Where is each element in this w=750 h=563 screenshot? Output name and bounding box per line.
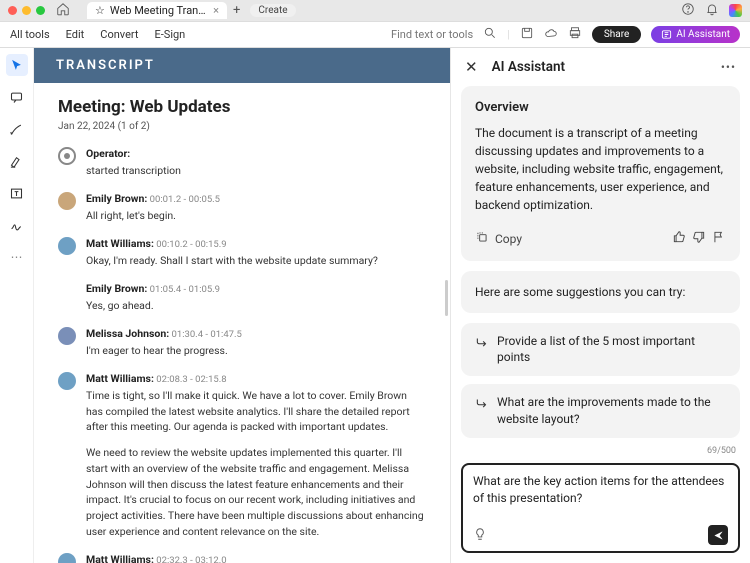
overview-bubble: Overview The document is a transcript of…	[461, 86, 740, 261]
speaker-avatar	[58, 553, 76, 563]
ai-assistant-panel: ✕ AI Assistant ••• Overview The document…	[450, 48, 750, 563]
transcript-entry: Emily Brown: 01:05.4 - 01:05.9 Yes, go ah…	[58, 281, 426, 314]
close-window-icon[interactable]	[8, 6, 17, 15]
tab-bar: ☆ Web Meeting Transcrip... × + Create	[87, 2, 296, 19]
speaker-name: Emily Brown:	[86, 282, 147, 295]
comment-icon[interactable]	[6, 86, 28, 108]
share-button[interactable]: Share	[592, 26, 641, 43]
timestamp: 02:08.3 - 02:15.8	[154, 374, 227, 385]
transcript-entry: Matt Williams: 02:32.3 - 03:12.0I'll tou…	[58, 552, 426, 563]
menu-esign[interactable]: E-Sign	[155, 28, 186, 41]
minimize-window-icon[interactable]	[22, 6, 31, 15]
print-icon[interactable]	[568, 26, 582, 43]
copy-icon[interactable]	[475, 230, 489, 249]
suggestion-text: What are the improvements made to the we…	[497, 394, 726, 428]
speaker-name: Matt Williams:	[86, 372, 154, 385]
speaker-avatar	[58, 147, 76, 165]
ai-assistant-button[interactable]: AI Assistant	[651, 26, 740, 43]
speaker-name: Emily Brown:	[86, 192, 147, 205]
left-tool-rail: ⋯	[0, 48, 34, 563]
star-icon: ☆	[95, 4, 105, 17]
transcript-entry: Operator: started transcription	[58, 146, 426, 179]
meeting-title: Meeting: Web Updates	[58, 97, 426, 117]
timestamp: 00:01.2 - 00:05.5	[147, 194, 220, 205]
thumbs-down-icon[interactable]	[692, 230, 706, 249]
transcript-entry: Emily Brown: 00:01.2 - 00:05.5 All right,…	[58, 191, 426, 224]
document-tab[interactable]: ☆ Web Meeting Transcrip... ×	[87, 2, 227, 19]
signature-icon[interactable]	[6, 214, 28, 236]
save-icon[interactable]	[520, 26, 534, 43]
cloud-icon[interactable]	[544, 26, 558, 43]
speaker-avatar	[58, 372, 76, 390]
menu-toolbar: All tools Edit Convert E-Sign Find text …	[0, 22, 750, 48]
menu-edit[interactable]: Edit	[66, 28, 85, 41]
entry-text: All right, let's begin.	[86, 208, 426, 224]
send-button[interactable]	[708, 525, 728, 545]
new-tab-icon[interactable]: +	[233, 3, 240, 18]
timestamp: 00:10.2 - 00:15.9	[154, 239, 227, 250]
entry-text: Okay, I'm ready. Shall I start with the …	[86, 253, 426, 269]
find-label: Find text or tools	[391, 28, 473, 41]
thumbs-up-icon[interactable]	[672, 230, 686, 249]
timestamp: 01:30.4 - 01:47.5	[169, 329, 242, 340]
transcript-entry: Matt Williams: 02:08.3 - 02:15.8 Time is …	[58, 371, 426, 540]
scroll-indicator[interactable]	[445, 280, 448, 316]
timestamp: 02:32.3 - 03:12.0	[154, 555, 227, 563]
speaker-name: Melissa Johnson:	[86, 327, 169, 340]
ai-button-label: AI Assistant	[676, 29, 730, 40]
speaker-name: Operator:	[86, 147, 130, 160]
assistant-title: AI Assistant	[492, 59, 565, 75]
home-icon[interactable]	[56, 2, 70, 19]
entry-text: started transcription	[86, 163, 426, 179]
transcript-entry: Matt Williams: 00:10.2 - 00:15.9 Okay, I'…	[58, 236, 426, 269]
speaker-avatar	[58, 281, 76, 314]
document-viewport: TRANSCRIPT Meeting: Web Updates Jan 22, …	[34, 48, 450, 563]
close-panel-icon[interactable]: ✕	[465, 58, 478, 76]
suggestion-chip[interactable]: Provide a list of the 5 most important p…	[461, 323, 740, 377]
help-icon[interactable]	[681, 2, 695, 19]
search-icon[interactable]	[483, 26, 497, 43]
entry-text: We need to review the website updates im…	[86, 445, 426, 540]
transcript-banner: TRANSCRIPT	[34, 48, 450, 83]
entry-text: Yes, go ahead.	[86, 298, 426, 314]
prompt-input[interactable]: What are the key action items for the at…	[461, 463, 740, 553]
overview-text: The document is a transcript of a meetin…	[475, 124, 726, 214]
entry-text: I'm eager to hear the progress.	[86, 343, 426, 359]
apps-icon[interactable]	[729, 4, 742, 17]
copy-label[interactable]: Copy	[495, 230, 522, 248]
pen-icon[interactable]	[6, 118, 28, 140]
more-tools-icon[interactable]: ⋯	[6, 246, 28, 268]
window-titlebar: ☆ Web Meeting Transcrip... × + Create	[0, 0, 750, 22]
lightbulb-icon[interactable]	[473, 527, 487, 544]
speaker-avatar	[58, 237, 76, 255]
highlight-icon[interactable]	[6, 150, 28, 172]
speaker-avatar	[58, 327, 76, 345]
speaker-name: Matt Williams:	[86, 553, 154, 563]
menu-convert[interactable]: Convert	[100, 28, 138, 41]
suggestions-intro: Here are some suggestions you can try:	[461, 271, 740, 313]
speaker-avatar	[58, 192, 76, 210]
char-counter: 69/500	[461, 446, 740, 456]
meeting-subtitle: Jan 22, 2024 (1 of 2)	[58, 121, 426, 132]
select-tool-icon[interactable]	[6, 54, 28, 76]
traffic-lights	[8, 6, 45, 15]
close-tab-icon[interactable]: ×	[213, 4, 219, 17]
transcript-entry: Melissa Johnson: 01:30.4 - 01:47.5 I'm ea…	[58, 326, 426, 359]
text-tool-icon[interactable]	[6, 182, 28, 204]
speaker-name: Matt Williams:	[86, 237, 154, 250]
create-button[interactable]: Create	[250, 4, 295, 17]
prompt-text: What are the key action items for the at…	[473, 473, 728, 507]
timestamp: 01:05.4 - 01:05.9	[147, 284, 220, 295]
menu-all-tools[interactable]: All tools	[10, 28, 50, 41]
suggestion-chip[interactable]: What are the improvements made to the we…	[461, 384, 740, 438]
suggestion-text: Provide a list of the 5 most important p…	[497, 333, 726, 367]
maximize-window-icon[interactable]	[36, 6, 45, 15]
flag-icon[interactable]	[712, 230, 726, 249]
bell-icon[interactable]	[705, 2, 719, 19]
tab-title: Web Meeting Transcrip...	[110, 4, 208, 17]
overview-heading: Overview	[475, 98, 726, 118]
panel-more-icon[interactable]: •••	[721, 60, 736, 74]
entry-text: Time is tight, so I'll make it quick. We…	[86, 388, 426, 435]
